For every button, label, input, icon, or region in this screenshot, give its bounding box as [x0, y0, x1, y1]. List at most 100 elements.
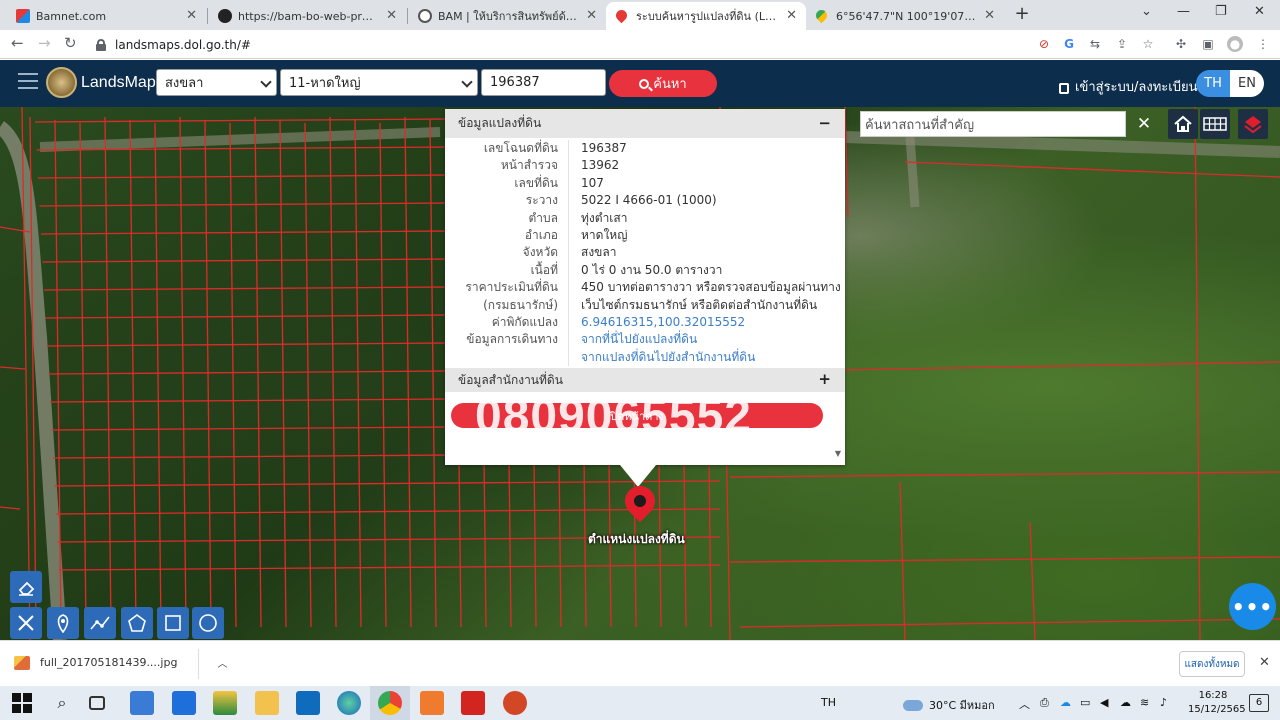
notification-count: 6 — [1255, 697, 1263, 708]
network-icon[interactable]: ▭ — [1080, 696, 1090, 709]
parcel-number-input[interactable]: 196387 — [481, 69, 606, 96]
place-search-input[interactable]: ค้นหาสถานที่สำคัญ — [860, 111, 1126, 137]
notifications-button[interactable]: 6 — [1249, 694, 1269, 712]
volume-icon[interactable]: ♪ — [1160, 696, 1167, 709]
powerpoint-icon[interactable] — [503, 691, 527, 715]
acrobat-icon[interactable] — [461, 691, 485, 715]
close-tab-icon[interactable]: ✕ — [186, 8, 197, 23]
audio-icon[interactable]: ◀ — [1100, 696, 1108, 709]
browser-tab-active[interactable]: ระบบค้นหารูปแปลงที่ดิน (LandsMaps) ✕ — [606, 2, 806, 30]
ruler-pencil-icon — [18, 615, 34, 631]
clear-search-icon[interactable]: ✕ — [1130, 111, 1158, 137]
share-icon[interactable]: ⇪ — [1114, 36, 1130, 52]
grid-icon — [1203, 117, 1227, 131]
treasury-website-link[interactable]: เว็บไซต์กรมธนารักษ์ หรือติดต่อสำนักงานที… — [569, 297, 817, 314]
close-tab-icon[interactable]: ✕ — [386, 8, 397, 23]
search-icon[interactable]: ⌕ — [50, 691, 74, 715]
measure-tool-button[interactable] — [10, 607, 42, 639]
search-button[interactable]: ค้นหา — [609, 70, 717, 97]
collapse-icon[interactable]: − — [818, 114, 831, 132]
download-item[interactable]: full_201705181439....jpg ︿ — [14, 655, 227, 670]
login-link[interactable]: เข้าสู่ระบบ/ลงทะเบียน — [1059, 76, 1197, 97]
eraser-tool-button[interactable] — [10, 571, 42, 603]
profile-avatar-icon[interactable]: ● — [1227, 36, 1243, 52]
browser-tab[interactable]: Bamnet.com ✕ — [6, 2, 206, 30]
parcel-info-header[interactable]: ข้อมูลแปลงที่ดิน − — [445, 109, 845, 138]
show-all-downloads-button[interactable]: แสดงทั้งหมด — [1179, 651, 1245, 677]
clock[interactable]: 16:28 15/12/2565 — [1188, 689, 1246, 717]
layers-button[interactable] — [1238, 109, 1268, 139]
province-select[interactable]: สงขลา — [156, 69, 277, 96]
expand-icon[interactable]: + — [818, 370, 831, 388]
browser-tab[interactable]: 6°56'47.7"N 100°19'07.7"E - Google Maps … — [806, 2, 1004, 30]
info-row: หน้าสำรวจ 13962 — [445, 157, 845, 175]
windows-start-icon[interactable] — [10, 691, 34, 715]
google-icon[interactable]: G — [1061, 36, 1077, 52]
coordinates-link[interactable]: 6.94616315,100.32015552 — [569, 314, 745, 331]
bookmark-star-icon[interactable]: ☆ — [1140, 36, 1156, 52]
translate-icon[interactable]: ⇆ — [1087, 36, 1103, 52]
globe-icon — [418, 9, 432, 23]
browser-tab[interactable]: BAM | ให้บริการสินทรัพย์ด้านอสังหาริมทรั… — [408, 2, 606, 30]
chrome-icon[interactable] — [378, 691, 402, 715]
info-value: 196387 — [581, 141, 627, 155]
polygon-tool-button[interactable] — [121, 607, 153, 639]
menu-dots-icon[interactable]: ⋮ — [1255, 36, 1271, 52]
tab-title: Bamnet.com — [36, 9, 107, 23]
tab-search-chevron-icon[interactable]: ⌄ — [1141, 4, 1152, 19]
maximize-button[interactable]: ❐ — [1215, 4, 1227, 19]
rectangle-tool-button[interactable] — [157, 607, 189, 639]
wifi-icon[interactable]: ≋ — [1140, 696, 1149, 709]
forward-button[interactable]: → — [38, 34, 51, 52]
info-value: 13962 — [581, 158, 620, 173]
bamnet-favicon-icon — [16, 9, 30, 23]
outlook-icon[interactable] — [296, 691, 320, 715]
store-icon[interactable] — [130, 691, 154, 715]
blocked-icon[interactable]: ⊘ — [1036, 36, 1052, 52]
chevron-up-icon[interactable]: ︿ — [1019, 696, 1030, 712]
minimize-button[interactable]: — — [1177, 4, 1190, 19]
home-app-icon[interactable] — [420, 691, 444, 715]
district-select[interactable]: 11-หาดใหญ่ — [280, 69, 478, 96]
close-download-bar-icon[interactable]: ✕ — [1259, 655, 1270, 670]
home-button[interactable] — [1168, 109, 1198, 139]
task-view-icon[interactable] — [89, 696, 105, 710]
new-tab-button[interactable]: + — [1012, 4, 1032, 24]
sidebar-icon[interactable]: ▣ — [1200, 36, 1216, 52]
polyline-icon — [90, 616, 110, 630]
onedrive-personal-icon[interactable]: ☁ — [1120, 696, 1131, 709]
weather-widget[interactable]: 30°C มีหมอก — [903, 696, 995, 714]
chevron-down-icon — [461, 76, 473, 88]
lang-th-button[interactable]: TH — [1196, 70, 1230, 97]
scroll-down-icon[interactable]: ▼ — [831, 449, 845, 463]
bbs-app-icon[interactable] — [213, 691, 237, 715]
polyline-tool-button[interactable] — [84, 607, 116, 639]
address-bar[interactable]: landsmaps.dol.go.th/# — [96, 34, 1016, 56]
hamburger-menu-icon[interactable] — [18, 73, 38, 93]
chevron-down-icon — [260, 76, 272, 88]
more-options-button[interactable]: ••• — [1229, 583, 1276, 630]
file-explorer-icon[interactable] — [255, 691, 279, 715]
circle-tool-button[interactable] — [192, 607, 224, 639]
close-tab-icon[interactable]: ✕ — [586, 8, 597, 23]
lock-icon[interactable] — [96, 39, 106, 51]
back-button[interactable]: ← — [11, 34, 24, 52]
close-window-button[interactable]: ✕ — [1254, 4, 1265, 19]
reload-button[interactable]: ↻ — [64, 34, 77, 52]
grid-button[interactable] — [1200, 109, 1230, 139]
close-tab-icon[interactable]: ✕ — [786, 8, 797, 23]
extensions-icon[interactable]: ✣ — [1173, 36, 1189, 52]
chevron-up-icon[interactable]: ︿ — [217, 655, 227, 670]
marker-tool-button[interactable] — [47, 607, 79, 639]
browser-tab[interactable]: https://bam-bo-web-prd.bam.co.th ✕ — [208, 2, 406, 30]
browser-toolbar: ← → ↻ landsmaps.dol.go.th/# ⊘ G ⇆ ⇪ ☆ ✣ … — [0, 30, 1280, 59]
directions-to-parcel-link[interactable]: จากที่นี่ไปยังแปลงที่ดิน — [569, 331, 697, 348]
directions-to-office-link[interactable]: จากแปลงที่ดินไปยังสำนักงานที่ดิน — [569, 349, 755, 366]
close-tab-icon[interactable]: ✕ — [984, 8, 995, 23]
onedrive-icon[interactable]: ☁ — [1060, 696, 1071, 709]
input-language[interactable]: TH — [821, 696, 836, 709]
printer-icon[interactable]: ⎙ — [1040, 696, 1049, 710]
lang-en-button[interactable]: EN — [1230, 70, 1264, 97]
mail-icon[interactable] — [172, 691, 196, 715]
edge-icon[interactable] — [337, 691, 361, 715]
